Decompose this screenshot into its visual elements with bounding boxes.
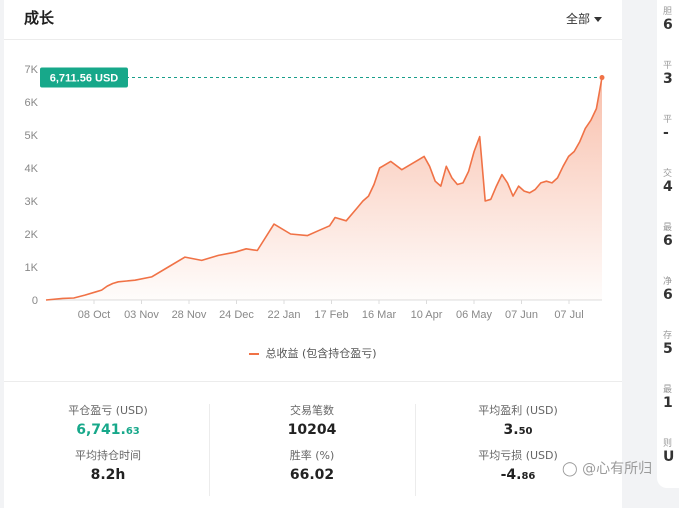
growth-chart: 0 1K 2K 3K 4K 5K 6K 7K 08 Oct 03 Nov 28 Nov 24 Dec 2… xyxy=(25,64,605,321)
legend-label: 总收益 (包含持仓盈亏) xyxy=(265,347,377,360)
side-stat-value: 5 xyxy=(663,341,673,357)
growth-card: 成长 全部 0 1K 2K 3K 4K 5K 6K 7K 08 Oct 03 Nov 28 Nov 2… xyxy=(4,0,622,508)
side-stat-item: 存5 xyxy=(663,328,673,357)
y-tick-label: 3K xyxy=(25,196,39,208)
column-divider xyxy=(209,404,210,496)
stat-value-int: -4. xyxy=(500,467,522,483)
stat-label: 平均盈利 (USD) xyxy=(478,404,558,417)
stat-value-dec: 63 xyxy=(125,426,140,437)
side-stat-item: 则U xyxy=(663,436,674,465)
side-stat-item: 平- xyxy=(663,112,672,141)
side-stat-label: 最 xyxy=(663,385,673,395)
stat-label: 交易笔数 xyxy=(290,404,334,417)
stat-value: 10204 xyxy=(287,422,337,438)
side-stat-label: 交 xyxy=(663,169,673,179)
stat-value-dec: 86 xyxy=(521,471,536,482)
side-stat-label: 则 xyxy=(663,439,673,449)
stat-avg-profit: 平均盈利 (USD) 3.50 xyxy=(418,402,618,438)
side-stat-item: 最1 xyxy=(663,382,673,411)
wechat-icon: ◯ xyxy=(562,461,578,477)
y-tick-label: 0 xyxy=(32,295,38,307)
range-filter-dropdown[interactable]: 全部 xyxy=(566,10,602,27)
y-tick-label: 6K xyxy=(25,97,39,109)
side-stat-value: 6 xyxy=(663,233,673,249)
side-stat-value: 3 xyxy=(663,71,673,87)
side-stat-value: - xyxy=(663,125,669,141)
side-stat-value: 6 xyxy=(663,287,673,303)
stat-value: 8.2h xyxy=(90,467,126,483)
y-tick-label: 4K xyxy=(25,163,39,175)
side-stat-item: 最6 xyxy=(663,220,673,249)
range-filter-label: 全部 xyxy=(565,12,590,26)
column-divider xyxy=(415,404,416,496)
stats-panel: 平仓盈亏 (USD) 6,741.63 平均持仓时间 8.2h 交易笔数 102… xyxy=(4,382,622,508)
x-tick-label: 07 Jul xyxy=(554,309,583,321)
legend-swatch xyxy=(249,353,260,355)
x-tick-label: 17 Feb xyxy=(314,309,348,321)
stats-column-1: 平仓盈亏 (USD) 6,741.63 平均持仓时间 8.2h xyxy=(8,402,208,483)
side-stat-label: 平 xyxy=(663,115,673,125)
stat-label: 胜率 (%) xyxy=(289,449,335,462)
side-stat-label: 净 xyxy=(663,277,673,287)
side-stat-value: U xyxy=(663,449,675,465)
x-tick-label: 03 Nov xyxy=(124,309,159,321)
side-stat-item: 交4 xyxy=(663,166,673,195)
side-stat-item: 净6 xyxy=(663,274,673,303)
x-tick-label: 22 Jan xyxy=(267,309,300,321)
x-tick-label: 08 Oct xyxy=(78,309,110,321)
card-header: 成长 全部 xyxy=(4,0,622,40)
side-stat-label: 胆 xyxy=(663,7,673,17)
stats-column-2: 交易笔数 10204 胜率 (%) 66.02 xyxy=(212,402,412,483)
y-tick-label: 5K xyxy=(25,130,39,142)
x-tick-label: 24 Dec xyxy=(219,309,254,321)
chart-legend[interactable]: 总收益 (包含持仓盈亏) xyxy=(4,345,622,361)
x-tick-label: 10 Apr xyxy=(411,309,443,321)
stat-value: 66.02 xyxy=(289,467,335,483)
stat-value-int: 3. xyxy=(503,422,519,438)
watermark-text: 心有所归 xyxy=(596,461,653,477)
card-title: 成长 xyxy=(24,9,55,27)
x-tick-label: 06 May xyxy=(456,309,493,321)
stat-label: 平均持仓时间 xyxy=(75,449,141,462)
stat-avg-hold: 平均持仓时间 8.2h xyxy=(8,447,208,483)
side-stat-item: 胆6 xyxy=(663,4,673,33)
stat-value-dec: 50 xyxy=(518,426,533,437)
last-point xyxy=(599,75,605,81)
x-tick-label: 28 Nov xyxy=(172,309,207,321)
stat-trades: 交易笔数 10204 xyxy=(212,402,412,438)
right-side-panel: 胆6平3平-交4最6净6存5最1则U xyxy=(657,0,679,488)
stat-win-rate: 胜率 (%) 66.02 xyxy=(212,447,412,483)
y-tick-label: 1K xyxy=(25,262,39,274)
x-tick-label: 16 Mar xyxy=(362,309,397,321)
chevron-down-icon xyxy=(594,17,602,22)
stat-value-int: 6,741. xyxy=(76,422,126,438)
x-tick-label: 07 Jun xyxy=(505,309,538,321)
side-stat-value: 4 xyxy=(663,179,673,195)
y-tick-label: 2K xyxy=(25,229,39,241)
stat-label: 平仓盈亏 (USD) xyxy=(68,404,148,417)
side-stat-item: 平3 xyxy=(663,58,673,87)
side-stat-value: 6 xyxy=(663,17,673,33)
watermark: ◯ @心有所归 xyxy=(562,461,653,477)
series-area xyxy=(46,77,602,300)
side-stat-label: 平 xyxy=(663,61,673,71)
y-tick-label: 7K xyxy=(25,64,39,76)
value-tooltip-text: 6,711.56 USD xyxy=(50,73,119,85)
side-stat-value: 1 xyxy=(663,395,673,411)
side-stat-label: 最 xyxy=(663,223,673,233)
stat-value: 6,741.63 xyxy=(8,422,208,438)
stat-value: 3.50 xyxy=(418,422,618,438)
stat-closed-pnl: 平仓盈亏 (USD) 6,741.63 xyxy=(8,402,208,438)
side-stat-label: 存 xyxy=(663,331,673,341)
